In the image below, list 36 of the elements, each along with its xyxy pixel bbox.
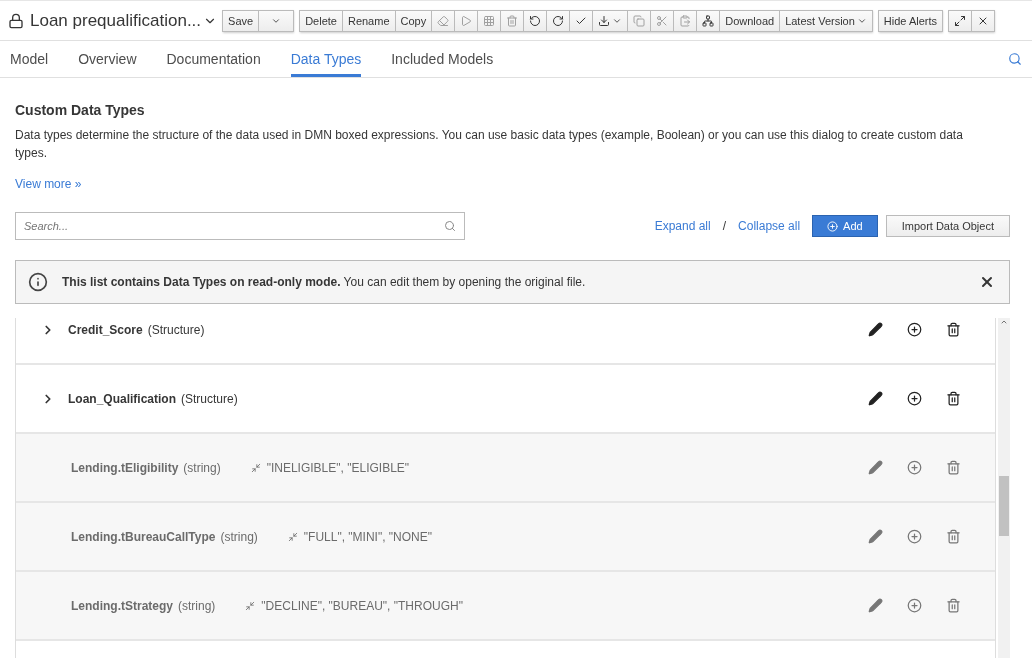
separator-text: / <box>722 219 727 233</box>
tab[interactable]: Overview <box>78 41 137 77</box>
description-text: Data types determine the structure of the data used in DMN boxed expressions. You can use basic data types (example, Boolean) or you can use this dialog to create custom data types. <box>15 127 964 162</box>
alert-text: This list contains Data Types on read-only mode. You can edit them by opening the original file. <box>62 275 587 289</box>
view-more-link[interactable]: View more » <box>15 177 82 191</box>
constraint-text: "FULL", "MINI", "NONE" <box>303 529 433 544</box>
section-heading: Custom Data Types <box>15 102 146 118</box>
type-name: Lending.tEligibility <box>71 460 179 475</box>
type-name: Lending.tBureauCallType <box>71 529 216 544</box>
toolbar-button[interactable]: Rename <box>341 9 396 32</box>
toolbar-button[interactable]: Hide Alerts <box>877 9 944 32</box>
type-label: (Structure) <box>147 322 205 337</box>
version-dropdown[interactable]: Latest Version <box>779 9 873 32</box>
type-name: Credit_Score <box>68 322 143 337</box>
toolbar-button[interactable]: Download <box>719 9 781 32</box>
import-data-object-button[interactable]: Import Data Object <box>885 215 1010 237</box>
collapse-all-link[interactable]: Collapse all <box>738 219 801 233</box>
type-label: (string) <box>178 598 216 613</box>
type-label: (string) <box>183 460 221 475</box>
tab[interactable]: Included Models <box>391 41 494 77</box>
constraint-text: "INELIGIBLE", "ELIGIBLE" <box>266 460 410 475</box>
tab[interactable]: Documentation <box>166 41 261 77</box>
add-button[interactable]: Add <box>812 215 878 237</box>
toolbar-button[interactable]: Copy <box>394 9 433 32</box>
tab[interactable]: Model <box>10 41 49 77</box>
type-label: (string) <box>220 529 258 544</box>
search-field[interactable]: Search... <box>15 212 465 240</box>
constraint-text: "DECLINE", "BUREAU", "THROUGH" <box>261 598 463 613</box>
tab[interactable]: Data Types <box>290 41 362 77</box>
type-name: Lending.tStrategy <box>71 598 173 613</box>
type-name: Loan_Qualification <box>68 391 176 406</box>
toolbar-button[interactable]: Save <box>222 9 260 32</box>
toolbar-button[interactable]: Delete <box>299 9 343 32</box>
expand-all-link[interactable]: Expand all <box>654 219 711 233</box>
document-title: Loan prequalification... <box>30 10 202 31</box>
type-label: (Structure) <box>181 391 238 406</box>
